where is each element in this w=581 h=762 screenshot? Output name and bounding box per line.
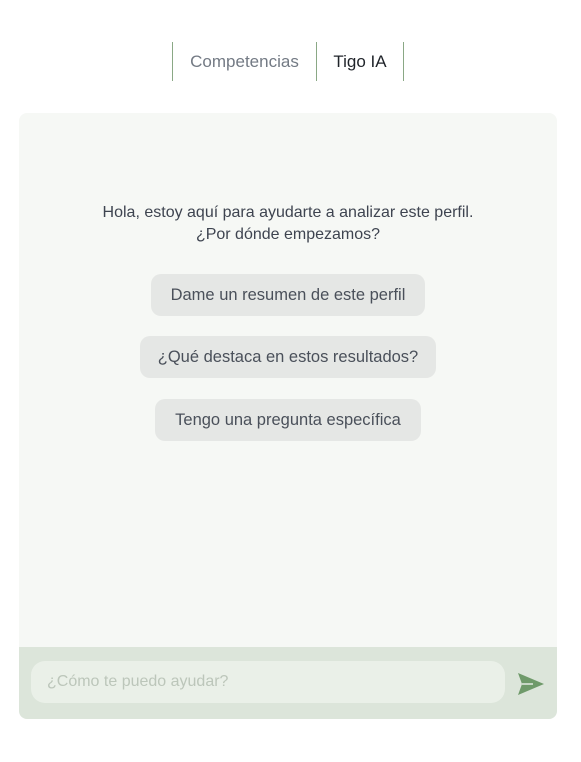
suggestion-specific-question-button[interactable]: Tengo una pregunta específica — [155, 399, 421, 441]
tab-bar: Competencias Tigo IA — [172, 42, 404, 81]
greeting-message: Hola, estoy aquí para ayudarte a analiza… — [19, 202, 557, 246]
tab-tigo-ia[interactable]: Tigo IA — [317, 42, 404, 81]
greeting-line-1: Hola, estoy aquí para ayudarte a analiza… — [102, 204, 474, 221]
suggestion-highlights-button[interactable]: ¿Qué destaca en estos resultados? — [140, 336, 436, 378]
chat-input-bar — [19, 647, 557, 719]
suggestion-summary-button[interactable]: Dame un resumen de este perfil — [151, 274, 425, 316]
tab-competencias[interactable]: Competencias — [172, 42, 317, 81]
send-button[interactable] — [516, 669, 546, 699]
chat-input[interactable] — [31, 661, 505, 703]
send-icon — [518, 673, 544, 695]
greeting-line-2: ¿Por dónde empezamos? — [195, 226, 381, 243]
chat-panel: Hola, estoy aquí para ayudarte a analiza… — [19, 113, 557, 647]
